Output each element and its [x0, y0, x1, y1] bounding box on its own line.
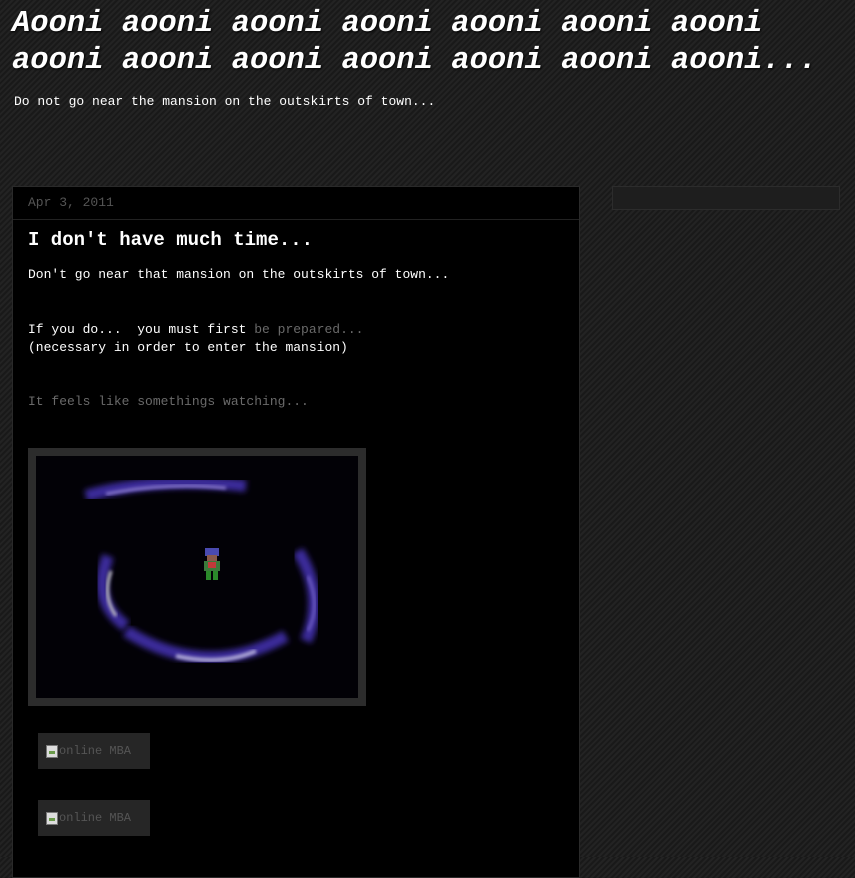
broken-image-icon — [46, 744, 58, 758]
post-text-prepare: If you do... you must first be prepared.… — [28, 322, 363, 337]
blog-post: Apr 3, 2011 I don't have much time... Do… — [12, 186, 580, 878]
post-text-prepare-prefix: If you do... you must first — [28, 322, 255, 337]
broken-image-1[interactable]: online MBA — [38, 733, 150, 769]
post-text-necessary: (necessary in order to enter the mansion… — [28, 340, 348, 355]
blog-description: Do not go near the mansion on the outski… — [14, 94, 436, 109]
post-title[interactable]: I don't have much time... — [28, 229, 313, 251]
blog-title[interactable]: Aooni aooni aooni aooni aooni aooni aoon… — [12, 6, 832, 80]
vortex-image — [36, 456, 358, 698]
sidebar-widget — [612, 186, 840, 210]
broken-image-icon — [46, 811, 58, 825]
post-date: Apr 3, 2011 — [13, 187, 579, 220]
broken-image-alt-text: online MBA — [59, 744, 132, 758]
broken-image-alt-text: online MBA — [59, 811, 132, 825]
be-prepared-link[interactable]: be prepared... — [254, 322, 363, 337]
post-text-warning: Don't go near that mansion on the outski… — [28, 267, 450, 282]
post-text-watching: It feels like somethings watching... — [28, 394, 309, 409]
post-image[interactable] — [28, 448, 366, 706]
blog-header: Aooni aooni aooni aooni aooni aooni aoon… — [12, 6, 832, 109]
broken-image-2[interactable]: online MBA — [38, 800, 150, 836]
